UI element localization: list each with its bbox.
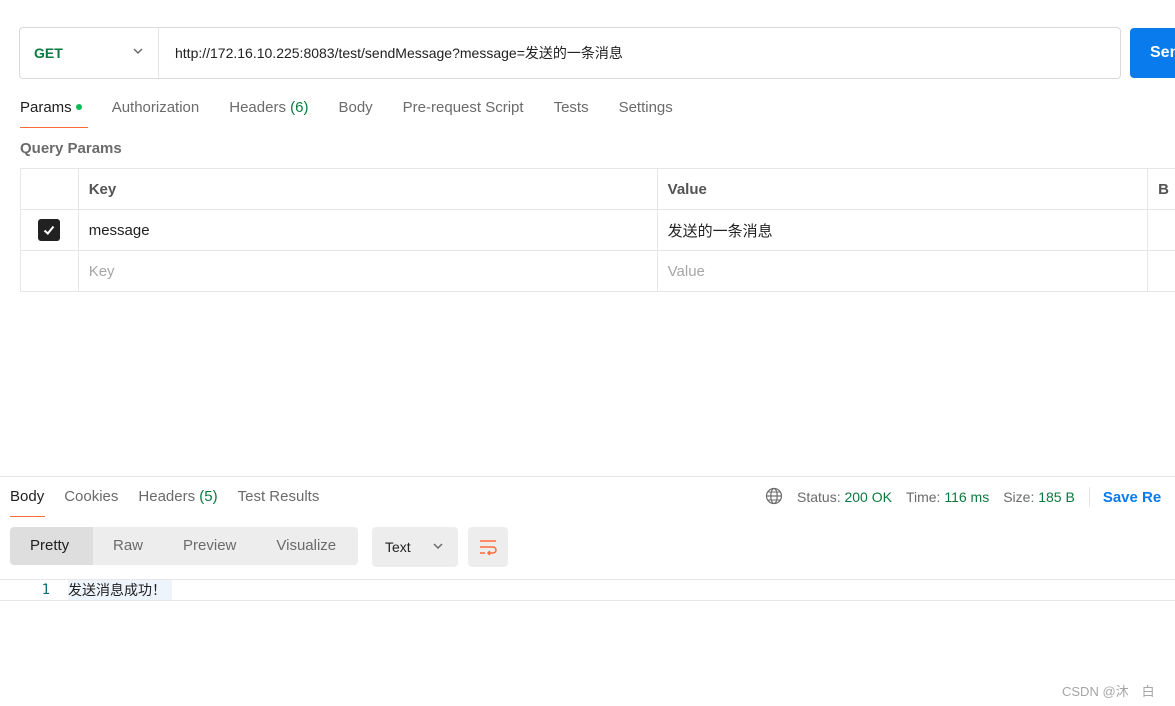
status-value: 200 OK bbox=[844, 489, 892, 505]
response-tab-test-results-label: Test Results bbox=[237, 488, 320, 505]
response-status-bar: Status: 200 OK Time: 116 ms Size: 185 B … bbox=[765, 486, 1161, 508]
method-label: GET bbox=[34, 45, 63, 61]
chevron-down-icon bbox=[432, 539, 444, 555]
response-body-text[interactable]: 发送消息成功！ bbox=[68, 580, 172, 600]
row-checkbox-cell bbox=[20, 209, 79, 251]
tab-body-label: Body bbox=[338, 99, 373, 116]
view-mode-preview[interactable]: Preview bbox=[163, 527, 256, 565]
size-label: Size: bbox=[1003, 489, 1035, 505]
tab-pre-request-script[interactable]: Pre-request Script bbox=[403, 96, 524, 128]
tab-settings[interactable]: Settings bbox=[619, 96, 673, 128]
tab-tests-label: Tests bbox=[553, 99, 589, 116]
send-button-label: Send bbox=[1150, 44, 1175, 61]
status-group[interactable]: Status: 200 OK bbox=[797, 489, 892, 505]
view-mode-visualize[interactable]: Visualize bbox=[256, 527, 356, 565]
time-value: 116 ms bbox=[944, 489, 990, 505]
param-key-input[interactable]: message bbox=[77, 209, 658, 251]
response-tab-body[interactable]: Body bbox=[10, 485, 46, 517]
table-row: message 发送的一条消息 bbox=[20, 209, 1175, 251]
params-header-row: Key Value B bbox=[20, 168, 1175, 210]
format-label: Text bbox=[385, 539, 411, 555]
response-tab-headers-count: (5) bbox=[199, 488, 218, 505]
tab-authorization-label: Authorization bbox=[111, 99, 200, 116]
header-description: B bbox=[1147, 168, 1175, 210]
header-key: Key bbox=[77, 168, 658, 210]
save-response-button[interactable]: Save Re bbox=[1103, 489, 1161, 506]
checkbox-checked[interactable] bbox=[38, 219, 61, 241]
header-value: Value bbox=[656, 168, 1149, 210]
tab-settings-label: Settings bbox=[618, 99, 673, 116]
response-tabs: Body Cookies Headers (5) Test Results bbox=[10, 485, 339, 517]
tab-tests[interactable]: Tests bbox=[554, 96, 589, 128]
view-mode-raw[interactable]: Raw bbox=[93, 527, 163, 565]
response-tab-test-results[interactable]: Test Results bbox=[238, 485, 320, 517]
header-checkbox-cell bbox=[20, 168, 79, 210]
tab-body[interactable]: Body bbox=[338, 96, 372, 128]
method-select[interactable]: GET bbox=[20, 28, 159, 78]
size-value: 185 B bbox=[1038, 489, 1075, 505]
param-description-input[interactable] bbox=[1147, 209, 1175, 251]
line-number: 1 bbox=[41, 582, 50, 598]
tab-pre-request-script-label: Pre-request Script bbox=[402, 99, 524, 116]
new-value-input[interactable]: Value bbox=[656, 250, 1149, 292]
globe-icon[interactable] bbox=[765, 487, 783, 508]
url-bar: GET http://172.16.10.225:8083/test/sendM… bbox=[19, 27, 1121, 79]
send-button[interactable]: Send bbox=[1130, 28, 1175, 78]
wrap-lines-icon bbox=[480, 540, 497, 556]
response-tab-cookies[interactable]: Cookies bbox=[64, 485, 118, 517]
response-tab-body-label: Body bbox=[10, 488, 45, 505]
response-tab-headers-label: Headers bbox=[138, 488, 196, 505]
status-divider bbox=[1088, 487, 1090, 507]
wrap-lines-button[interactable] bbox=[468, 527, 508, 567]
watermark: CSDN @沐 白 bbox=[1062, 684, 1155, 699]
empty-checkbox-cell bbox=[20, 250, 79, 292]
view-mode-toggle: Pretty Raw Preview Visualize bbox=[10, 527, 358, 565]
time-group[interactable]: Time: 116 ms bbox=[906, 489, 989, 505]
param-value-input[interactable]: 发送的一条消息 bbox=[656, 209, 1149, 251]
request-tabs: Params Authorization Headers (6) Body Pr… bbox=[20, 96, 703, 128]
chevron-down-icon bbox=[132, 44, 144, 62]
tab-authorization[interactable]: Authorization bbox=[112, 96, 200, 128]
size-group[interactable]: Size: 185 B bbox=[1003, 489, 1075, 505]
tab-headers-count: (6) bbox=[290, 99, 309, 116]
response-divider bbox=[0, 476, 1175, 477]
params-table: Key Value B message 发送的一条消息 Key Value bbox=[20, 168, 1175, 292]
table-row-empty: Key Value bbox=[20, 250, 1175, 292]
tab-headers-label: Headers bbox=[229, 99, 286, 116]
url-input[interactable]: http://172.16.10.225:8083/test/sendMessa… bbox=[159, 43, 623, 63]
time-label: Time: bbox=[905, 489, 941, 505]
new-description-input[interactable] bbox=[1147, 250, 1175, 292]
query-params-title: Query Params bbox=[20, 140, 122, 157]
view-mode-pretty[interactable]: Pretty bbox=[10, 527, 93, 565]
format-select[interactable]: Text bbox=[372, 527, 458, 567]
checkmark-icon bbox=[44, 225, 55, 235]
response-tab-cookies-label: Cookies bbox=[64, 488, 119, 505]
active-dot-icon bbox=[75, 104, 82, 110]
new-key-input[interactable]: Key bbox=[77, 250, 658, 292]
tab-headers[interactable]: Headers (6) bbox=[229, 96, 308, 128]
tab-params-label: Params bbox=[20, 99, 72, 116]
response-tab-headers[interactable]: Headers (5) bbox=[138, 485, 217, 517]
tab-params[interactable]: Params bbox=[20, 96, 88, 128]
response-body-line: 1 发送消息成功！ bbox=[0, 579, 1175, 601]
status-label: Status: bbox=[797, 489, 841, 505]
